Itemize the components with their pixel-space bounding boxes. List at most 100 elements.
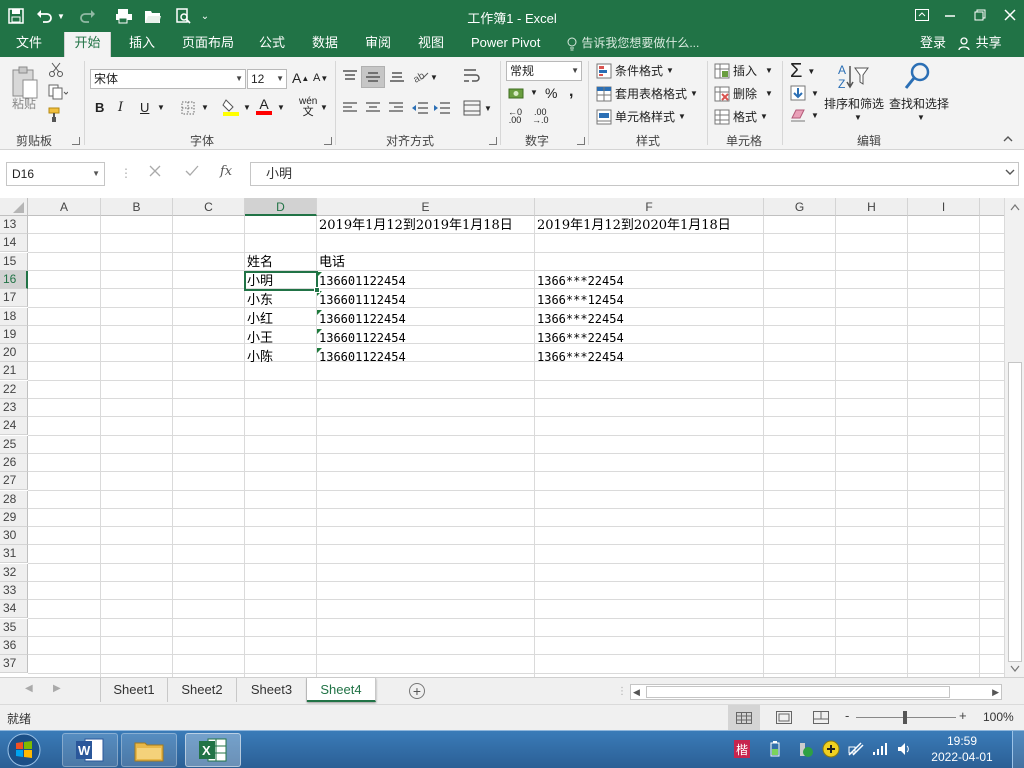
row-header[interactable]: 27: [0, 472, 28, 491]
row-header[interactable]: 19: [0, 325, 28, 344]
column-header-h[interactable]: H: [836, 198, 908, 216]
signal-icon[interactable]: [872, 742, 888, 756]
row-header[interactable]: 13: [0, 216, 28, 234]
row-header[interactable]: 17: [0, 289, 28, 308]
font-name-select[interactable]: 宋体 ▼: [90, 69, 246, 89]
format-painter-icon[interactable]: [48, 107, 64, 123]
align-middle-icon[interactable]: [361, 66, 385, 88]
sort-filter-label[interactable]: 排序和筛选: [824, 95, 884, 112]
number-launcher-icon[interactable]: [577, 137, 585, 145]
minimize-icon[interactable]: [934, 0, 966, 30]
sheet-tab-3[interactable]: Sheet3: [237, 678, 307, 702]
cell-e17[interactable]: 136601112454: [317, 291, 406, 309]
decrease-decimal-icon[interactable]: .00 →.0: [532, 108, 549, 125]
cell-d20[interactable]: 小陈: [245, 348, 273, 366]
row-header[interactable]: 21: [0, 362, 28, 381]
number-format-select[interactable]: 常规 ▼: [506, 61, 582, 81]
cell-f18[interactable]: 1366***22454: [535, 310, 624, 328]
cell-f20[interactable]: 1366***22454: [535, 348, 624, 366]
cell-e16[interactable]: 136601122454: [317, 272, 406, 290]
fill-handle[interactable]: [314, 287, 320, 293]
cell-f16[interactable]: 1366***22454: [535, 272, 624, 290]
cell-e19[interactable]: 136601122454: [317, 329, 406, 347]
cell-f17[interactable]: 1366***12454: [535, 291, 624, 309]
fill-icon[interactable]: ▼: [790, 85, 819, 101]
copy-icon[interactable]: [48, 84, 68, 100]
column-header-f[interactable]: F: [535, 198, 764, 216]
clipboard-launcher-icon[interactable]: [72, 137, 80, 145]
align-top-icon[interactable]: [342, 69, 358, 83]
delete-cells-button[interactable]: 删除 ▼: [714, 85, 773, 102]
cell-d15[interactable]: 姓名: [245, 253, 273, 271]
column-header-d[interactable]: D: [245, 198, 317, 216]
tab-home[interactable]: 开始: [64, 32, 111, 57]
conditional-formatting-button[interactable]: 条件格式 ▼: [596, 62, 674, 79]
row-header[interactable]: 29: [0, 508, 28, 527]
underline-dropdown-icon[interactable]: ▼: [157, 103, 165, 112]
align-bottom-icon[interactable]: [389, 69, 405, 83]
insert-cells-button[interactable]: 插入 ▼: [714, 62, 773, 79]
row-header[interactable]: 18: [0, 307, 28, 326]
find-select-dropdown-icon[interactable]: ▼: [917, 113, 925, 122]
system-clock[interactable]: 19:59 2022-04-01: [924, 733, 1000, 765]
close-icon[interactable]: [994, 0, 1024, 30]
find-select-icon[interactable]: [903, 61, 933, 91]
phonetic-guide-icon[interactable]: wén 文: [299, 97, 317, 118]
tell-me-search[interactable]: 告诉我您想要做什么...: [566, 32, 699, 57]
tab-page-layout[interactable]: 页面布局: [182, 32, 234, 57]
zoom-level[interactable]: 100%: [983, 710, 1014, 724]
fill-color-icon[interactable]: [222, 98, 240, 116]
increase-indent-icon[interactable]: [433, 101, 451, 115]
insert-function-icon[interactable]: fx: [220, 164, 232, 179]
phonetic-dropdown-icon[interactable]: ▼: [320, 103, 328, 112]
new-sheet-button[interactable]: +: [409, 683, 425, 699]
share-button[interactable]: 共享: [958, 32, 1002, 54]
scroll-sheets-right-icon[interactable]: ▶: [53, 683, 61, 694]
font-color-icon[interactable]: A: [256, 97, 272, 115]
page-break-view-icon[interactable]: [813, 711, 829, 724]
row-header[interactable]: 26: [0, 453, 28, 472]
network-tools-icon[interactable]: [847, 741, 865, 757]
clear-icon[interactable]: ▼: [790, 108, 819, 122]
column-header-c[interactable]: C: [173, 198, 245, 216]
row-header[interactable]: 22: [0, 380, 28, 399]
accounting-format-icon[interactable]: [508, 86, 526, 100]
borders-dropdown-icon[interactable]: ▼: [201, 103, 209, 112]
scroll-right-icon[interactable]: ▶: [992, 687, 999, 698]
align-right-icon[interactable]: [388, 101, 404, 115]
row-header[interactable]: 15: [0, 252, 28, 271]
row-header[interactable]: 35: [0, 618, 28, 637]
row-header[interactable]: 16: [0, 270, 28, 289]
restore-icon[interactable]: [964, 0, 996, 30]
cell-f19[interactable]: 1366***22454: [535, 329, 624, 347]
formula-input[interactable]: 小明: [250, 162, 1019, 186]
sheet-tab-2[interactable]: Sheet2: [168, 678, 237, 702]
tab-view[interactable]: 视图: [418, 32, 444, 57]
sort-filter-dropdown-icon[interactable]: ▼: [854, 113, 862, 122]
bold-button[interactable]: B: [95, 100, 104, 115]
font-size-select[interactable]: 12 ▼: [247, 69, 287, 89]
horizontal-scrollbar[interactable]: ◀ ▶: [630, 684, 1002, 700]
row-header[interactable]: 20: [0, 344, 28, 363]
format-as-table-button[interactable]: 套用表格格式 ▼: [596, 85, 698, 102]
percent-style-button[interactable]: %: [545, 85, 557, 101]
scroll-sheets-left-icon[interactable]: ◀: [25, 683, 33, 694]
column-header-i[interactable]: I: [908, 198, 980, 216]
wrap-text-icon[interactable]: [463, 67, 481, 85]
name-box[interactable]: D16 ▼: [6, 162, 105, 186]
column-header-b[interactable]: B: [101, 198, 173, 216]
decrease-font-size-icon[interactable]: A ▼: [313, 72, 328, 84]
column-header-a[interactable]: A: [28, 198, 101, 216]
increase-decimal-icon[interactable]: ←0.00: [508, 108, 522, 125]
autosum-icon[interactable]: Σ ▼: [790, 60, 815, 83]
paste-label[interactable]: 粘贴: [12, 95, 36, 112]
cell-e20[interactable]: 136601122454: [317, 348, 406, 366]
sort-filter-icon[interactable]: AZ: [836, 62, 870, 92]
fill-color-dropdown-icon[interactable]: ▼: [243, 103, 251, 112]
row-header[interactable]: 30: [0, 527, 28, 546]
expand-formula-bar-icon[interactable]: [1005, 168, 1015, 176]
borders-icon[interactable]: [181, 101, 195, 115]
merge-center-icon[interactable]: [463, 100, 481, 116]
number-as-text-indicator[interactable]: [317, 329, 322, 334]
increase-font-size-icon[interactable]: A ▲: [292, 70, 309, 86]
